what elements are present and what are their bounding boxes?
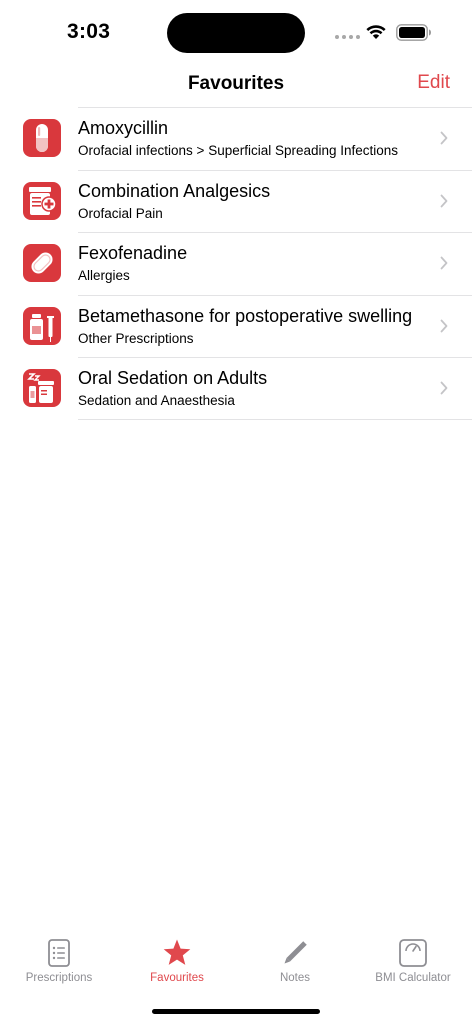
vial-syringe-icon xyxy=(23,306,61,345)
list-item[interactable]: Fexofenadine Allergies xyxy=(0,232,472,295)
tab-label: Prescriptions xyxy=(25,972,93,984)
item-subtitle: Other Prescriptions xyxy=(78,330,194,346)
status-bar: 3:03 xyxy=(0,0,472,64)
tab-label: Notes xyxy=(279,972,311,984)
status-time: 3:03 xyxy=(67,20,111,43)
pencil-icon xyxy=(284,940,308,964)
list-item[interactable]: Betamethasone for postoperative swelling… xyxy=(0,294,472,358)
cellular-signal-icon xyxy=(335,35,360,39)
tablet-icon xyxy=(23,244,61,282)
chevron-right-icon xyxy=(440,131,448,145)
tab-label: Favourites xyxy=(150,972,204,984)
tab-prescriptions[interactable]: Prescriptions xyxy=(0,938,118,984)
tab-favourites[interactable]: Favourites xyxy=(118,938,236,984)
chevron-right-icon xyxy=(440,194,448,207)
separator xyxy=(78,418,472,420)
favourites-list: Amoxycillin Orofacial infections > Super… xyxy=(0,107,472,420)
scale-icon xyxy=(399,939,427,967)
edit-button[interactable]: Edit xyxy=(417,72,450,94)
chevron-right-icon xyxy=(440,381,448,395)
item-title: Amoxycillin xyxy=(78,118,169,138)
navigation-bar: Favourites Edit xyxy=(0,64,472,108)
item-title: Combination Analgesics xyxy=(78,180,271,201)
dynamic-island xyxy=(167,13,305,53)
list-item[interactable]: Combination Analgesics Orofacial Pain xyxy=(0,169,472,233)
separator xyxy=(78,294,472,296)
list-document-icon xyxy=(48,939,70,967)
item-subtitle: Allergies xyxy=(78,268,130,283)
item-subtitle: Sedation and Anaesthesia xyxy=(78,393,235,408)
home-indicator[interactable] xyxy=(152,1009,320,1014)
list-item[interactable]: Amoxycillin Orofacial infections > Super… xyxy=(0,107,472,170)
separator xyxy=(78,232,472,233)
tab-notes[interactable]: Notes xyxy=(236,938,354,984)
separator xyxy=(78,357,472,358)
separator xyxy=(78,169,472,171)
chevron-right-icon xyxy=(440,319,448,332)
battery-icon xyxy=(396,24,431,41)
item-title: Betamethasone for postoperative swelling xyxy=(78,305,413,326)
tab-label: BMI Calculator xyxy=(375,972,451,984)
tab-bmi-calculator[interactable]: BMI Calculator xyxy=(354,938,472,984)
item-subtitle: Orofacial Pain xyxy=(78,205,163,221)
capsule-icon xyxy=(23,119,61,157)
item-title: Fexofenadine xyxy=(78,243,188,263)
wifi-icon xyxy=(366,25,386,39)
list-item[interactable]: Oral Sedation on Adults Sedation and Ana… xyxy=(0,357,472,420)
item-title: Oral Sedation on Adults xyxy=(78,368,268,388)
item-subtitle: Orofacial infections > Superficial Sprea… xyxy=(78,143,399,158)
separator xyxy=(78,107,472,108)
sleep-bottle-icon xyxy=(23,369,61,407)
chevron-right-icon xyxy=(440,256,448,270)
page-title: Favourites xyxy=(187,73,285,94)
pill-bottle-icon xyxy=(23,181,61,220)
star-icon xyxy=(163,939,191,965)
